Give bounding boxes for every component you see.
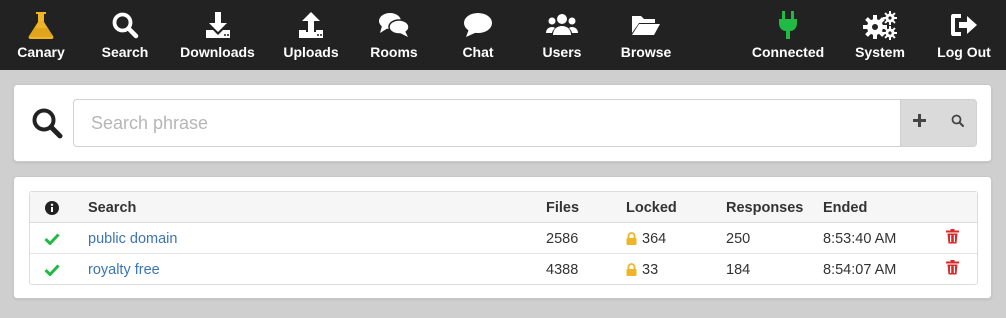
cogs-icon bbox=[863, 10, 897, 40]
nav-item-connected[interactable]: Connected bbox=[752, 0, 824, 70]
column-header-locked[interactable]: Locked bbox=[626, 192, 677, 223]
trash-icon bbox=[945, 260, 959, 279]
comments-icon bbox=[378, 10, 410, 40]
flask-icon bbox=[28, 10, 54, 40]
submit-search-button[interactable] bbox=[939, 100, 977, 146]
nav-item-label: Uploads bbox=[283, 44, 339, 60]
folder-open-icon bbox=[631, 10, 661, 40]
info-circle-icon bbox=[42, 192, 62, 223]
nav-item-uploads[interactable]: Uploads bbox=[281, 0, 341, 70]
table-header: Search Files Locked Responses Ended bbox=[30, 192, 977, 223]
nav-item-label: Browse bbox=[620, 44, 672, 60]
nav-item-label: Connected bbox=[751, 44, 825, 60]
nav-item-logout[interactable]: Log Out bbox=[937, 0, 991, 70]
search-icon bbox=[111, 10, 139, 40]
upload-icon bbox=[298, 10, 324, 40]
locked-count-cell: 364 bbox=[626, 223, 666, 254]
nav-item-label: Chat bbox=[462, 44, 494, 60]
comment-icon bbox=[463, 10, 493, 40]
lock-icon bbox=[626, 232, 637, 245]
column-header-search[interactable]: Search bbox=[88, 192, 136, 223]
column-header-ended[interactable]: Ended bbox=[823, 192, 867, 223]
results-table: Search Files Locked Responses Ended publ… bbox=[29, 191, 978, 285]
column-header-files[interactable]: Files bbox=[546, 192, 579, 223]
plus-icon bbox=[913, 114, 927, 132]
delete-button[interactable] bbox=[944, 223, 960, 254]
nav-item-label: Users bbox=[542, 44, 582, 60]
search-phrase-link[interactable]: public domain bbox=[88, 223, 177, 254]
nav-item-search[interactable]: Search bbox=[98, 0, 152, 70]
files-count: 2586 bbox=[546, 230, 579, 247]
nav-item-system[interactable]: System bbox=[855, 0, 905, 70]
nav-item-canary[interactable]: Canary bbox=[13, 0, 69, 70]
nav-item-users[interactable]: Users bbox=[540, 0, 584, 70]
responses-count: 184 bbox=[726, 261, 751, 278]
trash-icon bbox=[945, 229, 959, 248]
column-header-responses[interactable]: Responses bbox=[726, 192, 803, 223]
responses-count: 250 bbox=[726, 230, 751, 247]
search-actions bbox=[900, 99, 977, 147]
table-row[interactable]: public domain 2586 364 250 8:53:40 AM bbox=[30, 223, 977, 254]
add-search-button[interactable] bbox=[901, 100, 939, 146]
search-input[interactable] bbox=[73, 99, 900, 147]
ended-time: 8:53:40 AM bbox=[823, 230, 897, 247]
table-row[interactable]: royalty free 4388 33 184 8:54:07 AM bbox=[30, 254, 977, 285]
check-icon bbox=[42, 254, 62, 285]
locked-count: 33 bbox=[642, 261, 659, 278]
locked-count: 364 bbox=[642, 230, 667, 247]
search-icon bbox=[951, 114, 964, 132]
lock-icon bbox=[626, 263, 637, 276]
nav-item-label: Search bbox=[101, 44, 149, 60]
locked-count-cell: 33 bbox=[626, 254, 658, 285]
top-navbar: Canary Search Downloads Uploads Rooms Ch… bbox=[0, 0, 1006, 70]
nav-item-label: Downloads bbox=[180, 44, 255, 60]
search-panel bbox=[13, 84, 992, 162]
nav-item-label: Rooms bbox=[370, 44, 418, 60]
check-icon bbox=[42, 223, 62, 254]
nav-item-downloads[interactable]: Downloads bbox=[179, 0, 256, 70]
nav-item-label: System bbox=[855, 44, 905, 60]
search-icon bbox=[31, 107, 63, 144]
users-icon bbox=[546, 10, 578, 40]
plug-icon bbox=[777, 10, 799, 40]
nav-item-browse[interactable]: Browse bbox=[621, 0, 671, 70]
download-icon bbox=[205, 10, 231, 40]
search-phrase-link[interactable]: royalty free bbox=[88, 254, 160, 285]
nav-item-rooms[interactable]: Rooms bbox=[369, 0, 419, 70]
ended-time: 8:54:07 AM bbox=[823, 261, 897, 278]
nav-item-label: Canary bbox=[17, 44, 65, 60]
delete-button[interactable] bbox=[944, 254, 960, 285]
sign-out-icon bbox=[950, 10, 978, 40]
results-panel: Search Files Locked Responses Ended publ… bbox=[13, 176, 992, 299]
nav-item-chat[interactable]: Chat bbox=[460, 0, 496, 70]
nav-item-label: Log Out bbox=[937, 44, 991, 60]
files-count: 4388 bbox=[546, 261, 579, 278]
